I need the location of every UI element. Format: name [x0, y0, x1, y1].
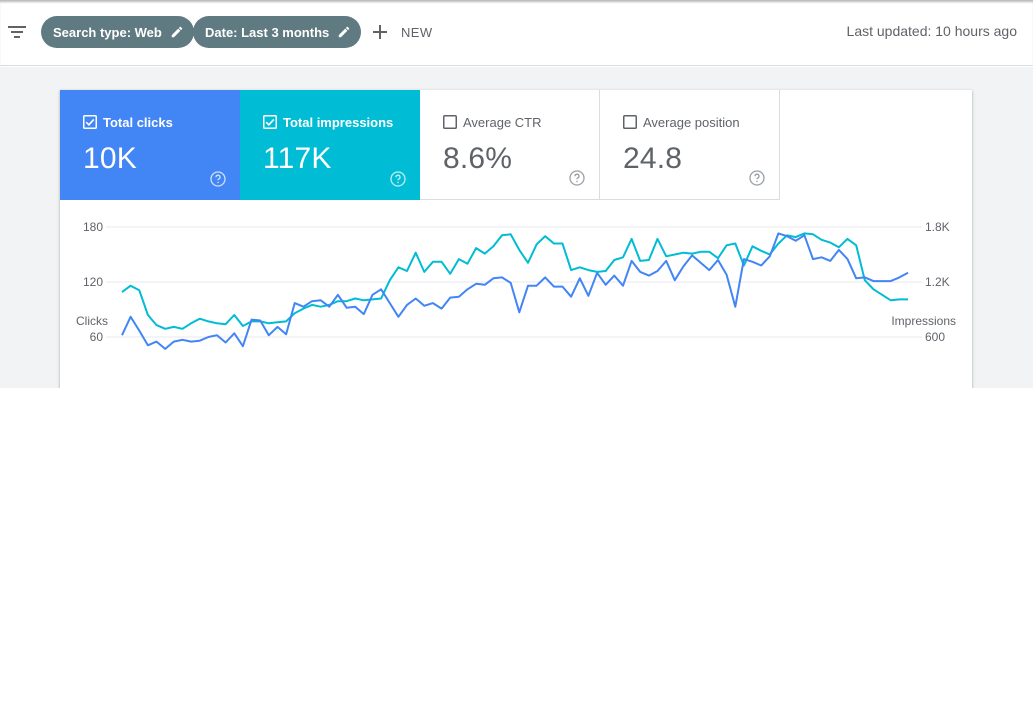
metric-total-clicks[interactable]: Total clicks 10K: [60, 90, 240, 200]
metric-tabs: Total clicks 10K Total impressions 117K …: [60, 90, 780, 200]
metric-label: Average position: [643, 114, 740, 130]
checkbox-checked-icon[interactable]: [83, 115, 97, 129]
chip-label: Search type: Web: [53, 24, 162, 40]
performance-card: Total clicks 10K Total impressions 117K …: [60, 90, 972, 388]
help-icon[interactable]: [390, 171, 406, 187]
help-icon[interactable]: [210, 171, 226, 187]
metric-average-ctr[interactable]: Average CTR 8.6%: [420, 90, 600, 200]
left-tick-label: 180: [83, 220, 103, 234]
left-axis-label: Clicks: [76, 314, 108, 328]
right-tick-label: 600: [925, 330, 945, 344]
new-filter-button[interactable]: NEW: [368, 16, 433, 48]
date-filter-chip[interactable]: Date: Last 3 months: [193, 16, 362, 48]
chip-label: Date: Last 3 months: [205, 24, 330, 40]
metric-label: Average CTR: [463, 114, 542, 130]
metric-label: Total clicks: [103, 114, 173, 130]
metric-average-position[interactable]: Average position 24.8: [600, 90, 780, 200]
top-toolbar: Search type: Web Date: Last 3 months NEW…: [0, 0, 1033, 66]
filter-list-icon[interactable]: [8, 24, 26, 40]
right-tick-label: 1.8K: [925, 220, 950, 234]
right-axis-label: Impressions: [891, 314, 956, 328]
clicks-series-line[interactable]: [121, 232, 909, 350]
checkbox-unchecked-icon[interactable]: [443, 115, 457, 129]
last-updated-text: Last updated: 10 hours ago: [846, 23, 1017, 39]
search-type-filter-chip[interactable]: Search type: Web: [41, 16, 194, 48]
right-tick-label: 1.2K: [925, 275, 950, 289]
pencil-icon: [339, 26, 350, 38]
plus-icon: [373, 25, 387, 39]
help-icon[interactable]: [569, 170, 585, 186]
pencil-icon: [171, 26, 183, 38]
new-button-label: NEW: [401, 24, 433, 40]
left-tick-label: 120: [83, 275, 103, 289]
performance-chart[interactable]: Clicks Impressions 180 120 60 1.8K 1.2K 600: [60, 200, 972, 388]
checkbox-checked-icon[interactable]: [263, 115, 277, 129]
performance-area: Total clicks 10K Total impressions 117K …: [0, 67, 1033, 388]
left-tick-label: 60: [90, 330, 104, 344]
metric-label: Total impressions: [283, 114, 394, 130]
help-icon[interactable]: [749, 170, 765, 186]
metric-total-impressions[interactable]: Total impressions 117K: [240, 90, 420, 200]
checkbox-unchecked-icon[interactable]: [623, 115, 637, 129]
impressions-series-line[interactable]: [121, 232, 908, 330]
